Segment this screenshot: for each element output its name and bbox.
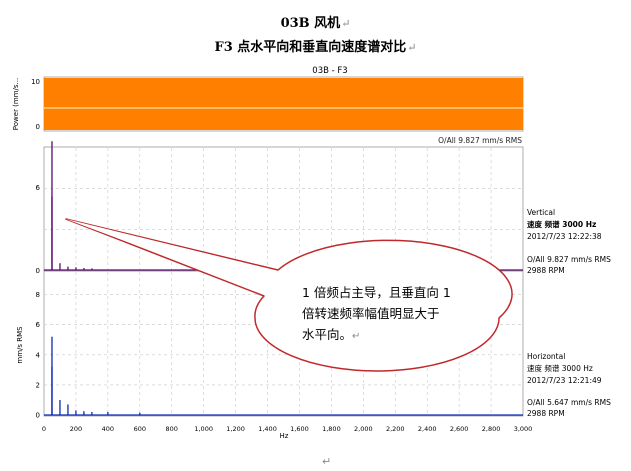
horizontal-info-name: Horizontal (527, 352, 565, 361)
x-tick-label: 800 (166, 425, 178, 433)
x-tick-label: 2,800 (482, 425, 501, 433)
horizontal-footer-overall: O/All 5.647 mm/s RMS (527, 398, 611, 407)
x-tick-label: 200 (70, 425, 82, 433)
callout-pointer (66, 219, 278, 294)
horizontal-ytick: 6 (36, 321, 41, 329)
x-tick-label: 2,400 (418, 425, 437, 433)
horizontal-yticks: 0 2 4 6 8 (36, 291, 41, 419)
x-tick-label: 2,200 (386, 425, 405, 433)
horizontal-ytick: 2 (36, 381, 40, 389)
vertical-footer-rpm: 2988 RPM (527, 266, 565, 275)
top-panel-title: 03B - F3 (312, 66, 347, 76)
top-panel-ylabel: Power (mm/s... (12, 78, 20, 130)
horizontal-ytick: 0 (36, 412, 40, 420)
x-tick-label: 600 (134, 425, 146, 433)
horizontal-spectrum (51, 336, 141, 415)
vertical-overall-top: O/All 9.827 mm/s RMS (438, 136, 522, 145)
callout-line-2: 倍转速频率幅值明显大于 (302, 306, 440, 321)
x-tick-label: 1,200 (226, 425, 245, 433)
vertical-footer-overall: O/All 9.827 mm/s RMS (527, 255, 611, 264)
vertical-info-type: 速度 频谱 3000 Hz (527, 219, 596, 229)
power-band-fill (44, 78, 523, 130)
callout-line-3: 水平向。↵ (302, 327, 360, 342)
x-tick-label: 1,400 (258, 425, 277, 433)
vertical-info-time: 2012/7/23 12:22:38 (527, 232, 602, 241)
callout-line-1: 1 倍频占主导，且垂直向 1 (302, 285, 451, 300)
horizontal-info-type: 速度 频谱 3000 Hz (527, 363, 593, 373)
horizontal-ytick: 4 (36, 351, 41, 359)
vertical-spectrum (51, 141, 93, 270)
vertical-ytick-0: 0 (36, 267, 40, 275)
x-tick-label: 0 (42, 425, 46, 433)
x-tick-label: 400 (102, 425, 114, 433)
x-tick-label: 1,000 (194, 425, 213, 433)
horizontal-info-time: 2012/7/23 12:21:49 (527, 376, 602, 385)
horizontal-footer-rpm: 2988 RPM (527, 409, 565, 418)
vertical-ytick-6: 6 (36, 184, 41, 192)
paragraph-mark: ↵ (322, 455, 332, 468)
horizontal-ytick: 8 (36, 291, 40, 299)
top-ytick-0: 0 (36, 123, 40, 131)
x-tick-label: 3,000 (514, 425, 533, 433)
x-tick-label: 1,800 (322, 425, 341, 433)
top-ytick-10: 10 (31, 78, 40, 86)
x-tick-label: 1,600 (290, 425, 309, 433)
x-tick-label: 2,000 (354, 425, 373, 433)
horizontal-ylabel: mm/s RMS (16, 326, 24, 364)
x-tick-label: 2,600 (450, 425, 469, 433)
spectrum-chart: 03B - F3 Power (mm/s... 10 0 O/All 9.827… (12, 66, 611, 440)
x-axis-label: Hz (280, 432, 289, 440)
vertical-info-name: Vertical (527, 208, 555, 217)
